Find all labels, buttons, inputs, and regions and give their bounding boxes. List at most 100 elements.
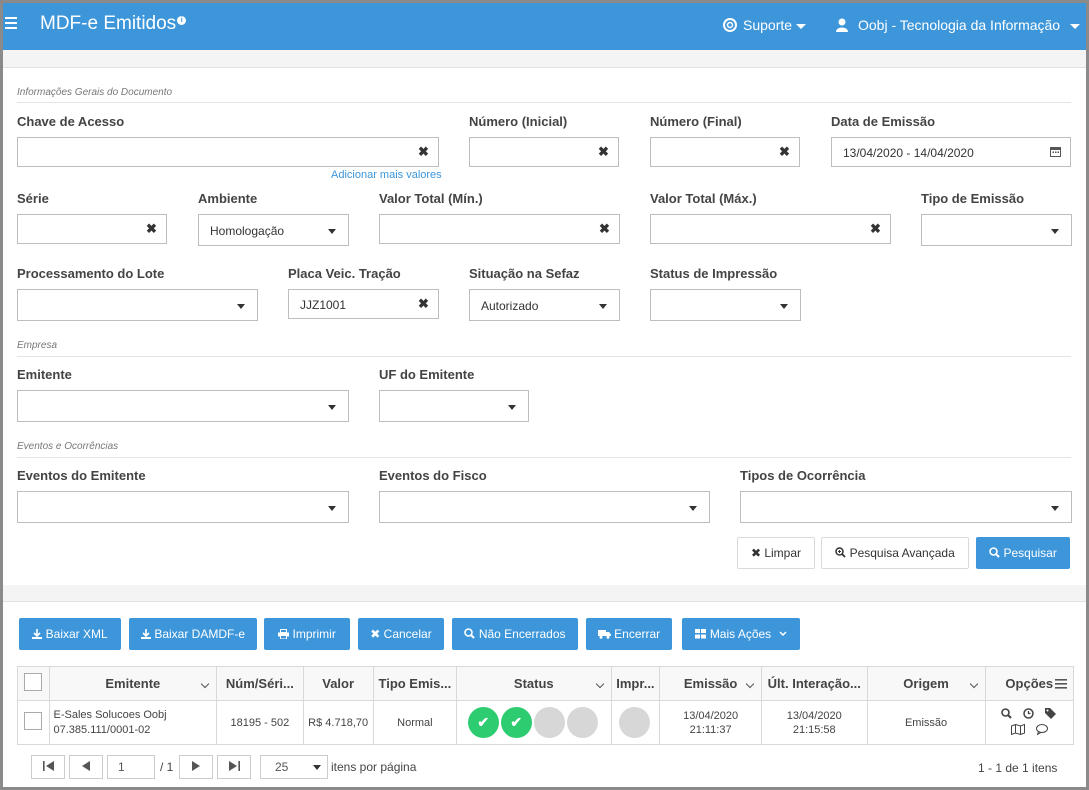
print-status-icon[interactable] [618,707,650,738]
status-pending-icon[interactable] [533,707,565,738]
section-eventos: Eventos e Ocorrências [17,441,119,452]
numero-inicial-input[interactable] [469,137,590,167]
page-title: MDF-e Emitidos i [40,13,187,35]
clear-icon[interactable]: ✖ [589,137,619,167]
menu-icon[interactable] [5,17,17,33]
clear-icon[interactable]: ✖ [770,137,800,167]
col-label: Status [513,676,554,691]
chave-input[interactable] [17,137,410,167]
download-xml-button[interactable]: Baixar XML [19,618,121,650]
col-label: Impr... [616,676,655,691]
clear-icon[interactable]: ✖ [409,137,439,167]
more-actions-button[interactable]: Mais Ações [682,618,800,650]
numero-final-input[interactable] [650,137,771,167]
advanced-search-button[interactable]: Pesquisa Avançada [821,537,969,569]
valor-max-input[interactable] [650,214,862,244]
status-ok-icon[interactable]: ✔ [500,707,532,738]
caret-down-icon [1051,506,1059,511]
col-ult-interacao[interactable]: Últ. Interação... [760,666,868,701]
situacao-select[interactable]: Autorizado [469,289,620,321]
section-empresa: Empresa [17,340,58,351]
add-more-link[interactable]: Adicionar mais valores [331,169,442,181]
chevron-down-icon [969,679,978,689]
col-tipo-emissao[interactable]: Tipo Emis... [372,666,458,701]
tipos-ocorrencia-select[interactable] [740,491,1072,523]
download-damdfe-button[interactable]: Baixar DAMDF-e [129,618,257,650]
col-label: Valor [322,676,355,691]
table-row[interactable]: E-Sales Solucoes Oobj 07.385.111/0001-02… [17,700,1074,745]
col-impressao[interactable]: Impr... [610,666,661,701]
col-opcoes[interactable]: Opções [984,666,1074,701]
last-page-button[interactable] [217,755,251,779]
eventos-emitente-label: Eventos do Emitente [17,468,146,483]
calendar-button[interactable] [1041,137,1071,167]
uf-select[interactable] [379,390,529,422]
advanced-search-label: Pesquisa Avançada [849,546,955,560]
serie-label: Série [17,191,49,206]
data-emissao-input[interactable]: 13/04/2020 - 14/04/2020 [831,137,1042,167]
eventos-emitente-select[interactable] [17,491,349,523]
col-label: Núm/Séri... [225,676,294,691]
proc-lote-select[interactable] [17,289,258,321]
not-closed-button[interactable]: Não Encerrados [452,618,578,650]
clear-icon[interactable]: ✖ [590,214,620,244]
comment-icon[interactable] [1035,723,1048,736]
col-emitente[interactable]: Emitente [48,666,218,701]
print-button[interactable]: Imprimir [264,618,350,650]
clear-icon[interactable]: ✖ [861,214,891,244]
col-label: Opções [1005,676,1054,691]
first-page-button[interactable] [31,755,65,779]
select-all-cell[interactable] [17,666,50,701]
clear-button[interactable]: ✖ Limpar [737,537,815,569]
tipo-emissao-label: Tipo de Emissão [921,191,1025,206]
search-button[interactable]: Pesquisar [976,537,1070,569]
col-label: Emissão [683,676,738,691]
col-emissao[interactable]: Emissão [659,666,762,701]
col-num-serie[interactable]: Núm/Séri... [216,666,304,701]
caret-down-icon [328,405,336,410]
search-label: Pesquisar [1003,546,1057,560]
status-cell: ✔ ✔ [456,700,612,745]
eventos-fisco-select[interactable] [379,491,710,523]
numero-inicial-label: Número (Inicial) [469,114,568,129]
page-input[interactable]: 1 [107,755,155,779]
ambiente-value: Homologação [210,224,285,238]
serie-input[interactable] [17,214,138,244]
col-origem[interactable]: Origem [866,666,986,701]
search-icon[interactable] [1000,707,1012,719]
prev-page-button[interactable] [69,755,103,779]
ambiente-select[interactable]: Homologação [198,214,349,246]
clear-icon[interactable]: ✖ [137,214,167,244]
emitente-select[interactable] [17,390,349,422]
placa-input[interactable]: JJZ1001 [288,289,410,319]
divider [17,356,1071,357]
prev-page-icon [82,761,90,771]
section-general: Informações Gerais do Documento [17,87,173,98]
row-select-cell[interactable] [17,700,50,745]
tipo-emissao-select[interactable] [921,214,1072,246]
next-page-button[interactable] [179,755,213,779]
cancel-button[interactable]: ✖ Cancelar [358,618,444,650]
per-page-select[interactable]: 25 [260,755,328,779]
col-status[interactable]: Status [456,666,612,701]
clear-icon[interactable]: ✖ [409,289,439,319]
status-impressao-select[interactable] [650,289,801,321]
user-menu[interactable]: Oobj - Tecnologia da Informação [836,17,1081,33]
status-ok-icon[interactable]: ✔ [467,707,499,738]
search-icon [989,547,1000,558]
situacao-label: Situação na Sefaz [469,266,580,281]
clock-icon[interactable] [1023,707,1034,719]
info-icon[interactable]: i [177,15,187,25]
map-icon[interactable] [1010,723,1025,735]
row-checkbox[interactable] [24,712,43,730]
tags-icon[interactable] [1044,707,1058,719]
tipo-emissao-cell: Normal [372,700,458,745]
support-menu[interactable]: Suporte [723,17,807,33]
close-mdfe-button[interactable]: Encerrar [586,618,672,650]
col-valor[interactable]: Valor [302,666,374,701]
valor-min-input[interactable] [379,214,591,244]
separator-band [3,585,1086,602]
select-all-checkbox[interactable] [24,673,43,691]
column-menu-icon[interactable] [1055,679,1067,689]
status-pending-icon[interactable] [566,707,598,738]
